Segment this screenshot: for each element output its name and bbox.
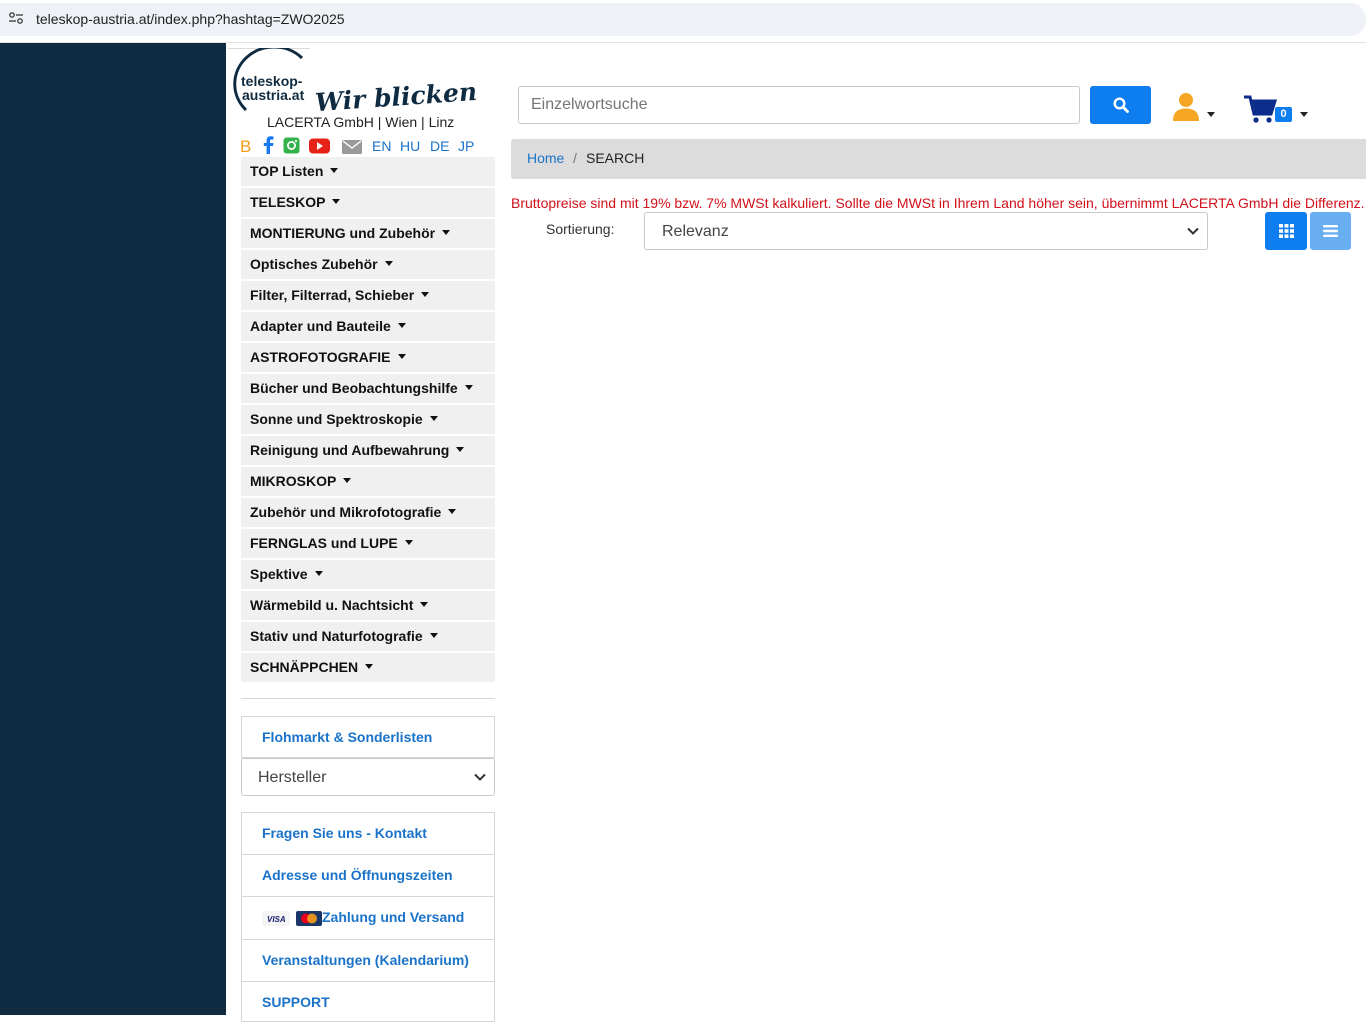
- menu-mikroskop[interactable]: MIKROSKOP: [241, 467, 495, 496]
- info-links-box: Fragen Sie uns - Kontakt Adresse und Öff…: [241, 812, 495, 1022]
- search-icon: [1113, 97, 1129, 113]
- caret-down-icon: [420, 602, 429, 607]
- chevron-down-icon: [474, 773, 486, 781]
- caret-down-icon: [332, 199, 341, 204]
- payment-link[interactable]: VISA Zahlung und Versand: [242, 897, 494, 940]
- menu-mikrofotografie[interactable]: Zubehör und Mikrofotografie: [241, 498, 495, 527]
- menu-optisches-zubehoer[interactable]: Optisches Zubehör: [241, 250, 495, 279]
- breadcrumb-separator: /: [573, 150, 577, 166]
- breadcrumb: Home / SEARCH: [511, 139, 1366, 179]
- menu-reinigung[interactable]: Reinigung und Aufbewahrung: [241, 436, 495, 465]
- lang-jp[interactable]: JP: [458, 138, 474, 154]
- cart-count-badge: 0: [1275, 107, 1292, 122]
- menu-adapter[interactable]: Adapter und Bauteile: [241, 312, 495, 341]
- user-caret-icon[interactable]: [1207, 112, 1215, 117]
- grid-icon: [1279, 224, 1294, 238]
- instagram-icon[interactable]: [283, 137, 300, 154]
- caret-down-icon: [464, 385, 473, 390]
- caret-down-icon: [397, 323, 406, 328]
- site-settings-icon[interactable]: [8, 12, 24, 24]
- site-logo[interactable]: teleskop- austria.at Wir blicken durch: [230, 48, 480, 118]
- menu-buecher[interactable]: Bücher und Beobachtungshilfe: [241, 374, 495, 403]
- list-icon: [1323, 225, 1338, 237]
- caret-down-icon: [397, 354, 406, 359]
- browser-address-bar: teleskop-austria.at/index.php?hashtag=ZW…: [0, 0, 1366, 43]
- list-view-button[interactable]: [1310, 212, 1351, 250]
- youtube-icon[interactable]: [309, 138, 330, 154]
- menu-fernglas[interactable]: FERNGLAS und LUPE: [241, 529, 495, 558]
- blogger-icon[interactable]: B: [240, 138, 252, 154]
- lang-en[interactable]: EN: [372, 138, 391, 154]
- caret-down-icon: [421, 292, 430, 297]
- address-link[interactable]: Adresse und Öffnungszeiten: [242, 855, 494, 897]
- chevron-down-icon: [1187, 227, 1199, 235]
- menu-montierung[interactable]: MONTIERUNG und Zubehör: [241, 219, 495, 248]
- email-icon[interactable]: [342, 140, 362, 154]
- flohmarkt-box: Flohmarkt & Sonderlisten: [241, 716, 495, 758]
- lang-hu[interactable]: HU: [400, 138, 420, 154]
- caret-down-icon: [365, 664, 374, 669]
- facebook-icon[interactable]: [262, 136, 274, 154]
- cart-caret-icon[interactable]: [1300, 112, 1308, 117]
- menu-teleskop[interactable]: TELESKOP: [241, 188, 495, 217]
- flohmarkt-link[interactable]: Flohmarkt & Sonderlisten: [242, 717, 494, 759]
- menu-spektive[interactable]: Spektive: [241, 560, 495, 589]
- caret-down-icon: [429, 416, 438, 421]
- menu-divider: [241, 698, 495, 699]
- caret-down-icon: [384, 261, 393, 266]
- mastercard-icon: [296, 911, 322, 926]
- sort-select[interactable]: Relevanz: [644, 212, 1208, 250]
- cart-icon[interactable]: [1244, 94, 1278, 124]
- caret-down-icon: [442, 230, 451, 235]
- logo-text-2: austria.at: [242, 87, 305, 103]
- breadcrumb-home[interactable]: Home: [527, 139, 564, 177]
- search-input[interactable]: [518, 86, 1080, 124]
- lang-de[interactable]: DE: [430, 138, 449, 154]
- user-account-icon[interactable]: [1172, 92, 1200, 122]
- url-text[interactable]: teleskop-austria.at/index.php?hashtag=ZW…: [36, 11, 345, 27]
- manufacturer-select[interactable]: Hersteller: [241, 758, 495, 796]
- vat-notice: Bruttopreise sind mit 19% bzw. 7% MWSt k…: [511, 195, 1365, 211]
- caret-down-icon: [429, 633, 438, 638]
- contact-link[interactable]: Fragen Sie uns - Kontakt: [242, 813, 494, 855]
- sort-label: Sortierung:: [546, 221, 615, 237]
- caret-down-icon: [330, 168, 339, 173]
- menu-stativ[interactable]: Stativ und Naturfotografie: [241, 622, 495, 651]
- visa-card-icon: VISA: [262, 911, 290, 926]
- svg-text:VISA: VISA: [267, 915, 286, 924]
- left-background-panel: [0, 43, 226, 1015]
- menu-sonne[interactable]: Sonne und Spektroskopie: [241, 405, 495, 434]
- support-link[interactable]: SUPPORT: [242, 982, 494, 1024]
- caret-down-icon: [404, 540, 413, 545]
- caret-down-icon: [314, 571, 323, 576]
- grid-view-button[interactable]: [1265, 212, 1307, 250]
- menu-waermebild[interactable]: Wärmebild u. Nachtsicht: [241, 591, 495, 620]
- breadcrumb-current: SEARCH: [586, 150, 645, 166]
- search-button[interactable]: [1090, 86, 1151, 124]
- caret-down-icon: [456, 447, 465, 452]
- caret-down-icon: [343, 478, 352, 483]
- company-name: LACERTA GmbH | Wien | Linz: [267, 114, 455, 130]
- logo-slogan: Wir blicken durch: [314, 71, 480, 118]
- menu-filter[interactable]: Filter, Filterrad, Schieber: [241, 281, 495, 310]
- menu-schnaeppchen[interactable]: SCHNÄPPCHEN: [241, 653, 495, 682]
- caret-down-icon: [448, 509, 457, 514]
- menu-top-listen[interactable]: TOP Listen: [241, 157, 495, 186]
- menu-astrofotografie[interactable]: ASTROFOTOGRAFIE: [241, 343, 495, 372]
- events-link[interactable]: Veranstaltungen (Kalendarium): [242, 940, 494, 982]
- svg-text:B: B: [240, 138, 251, 154]
